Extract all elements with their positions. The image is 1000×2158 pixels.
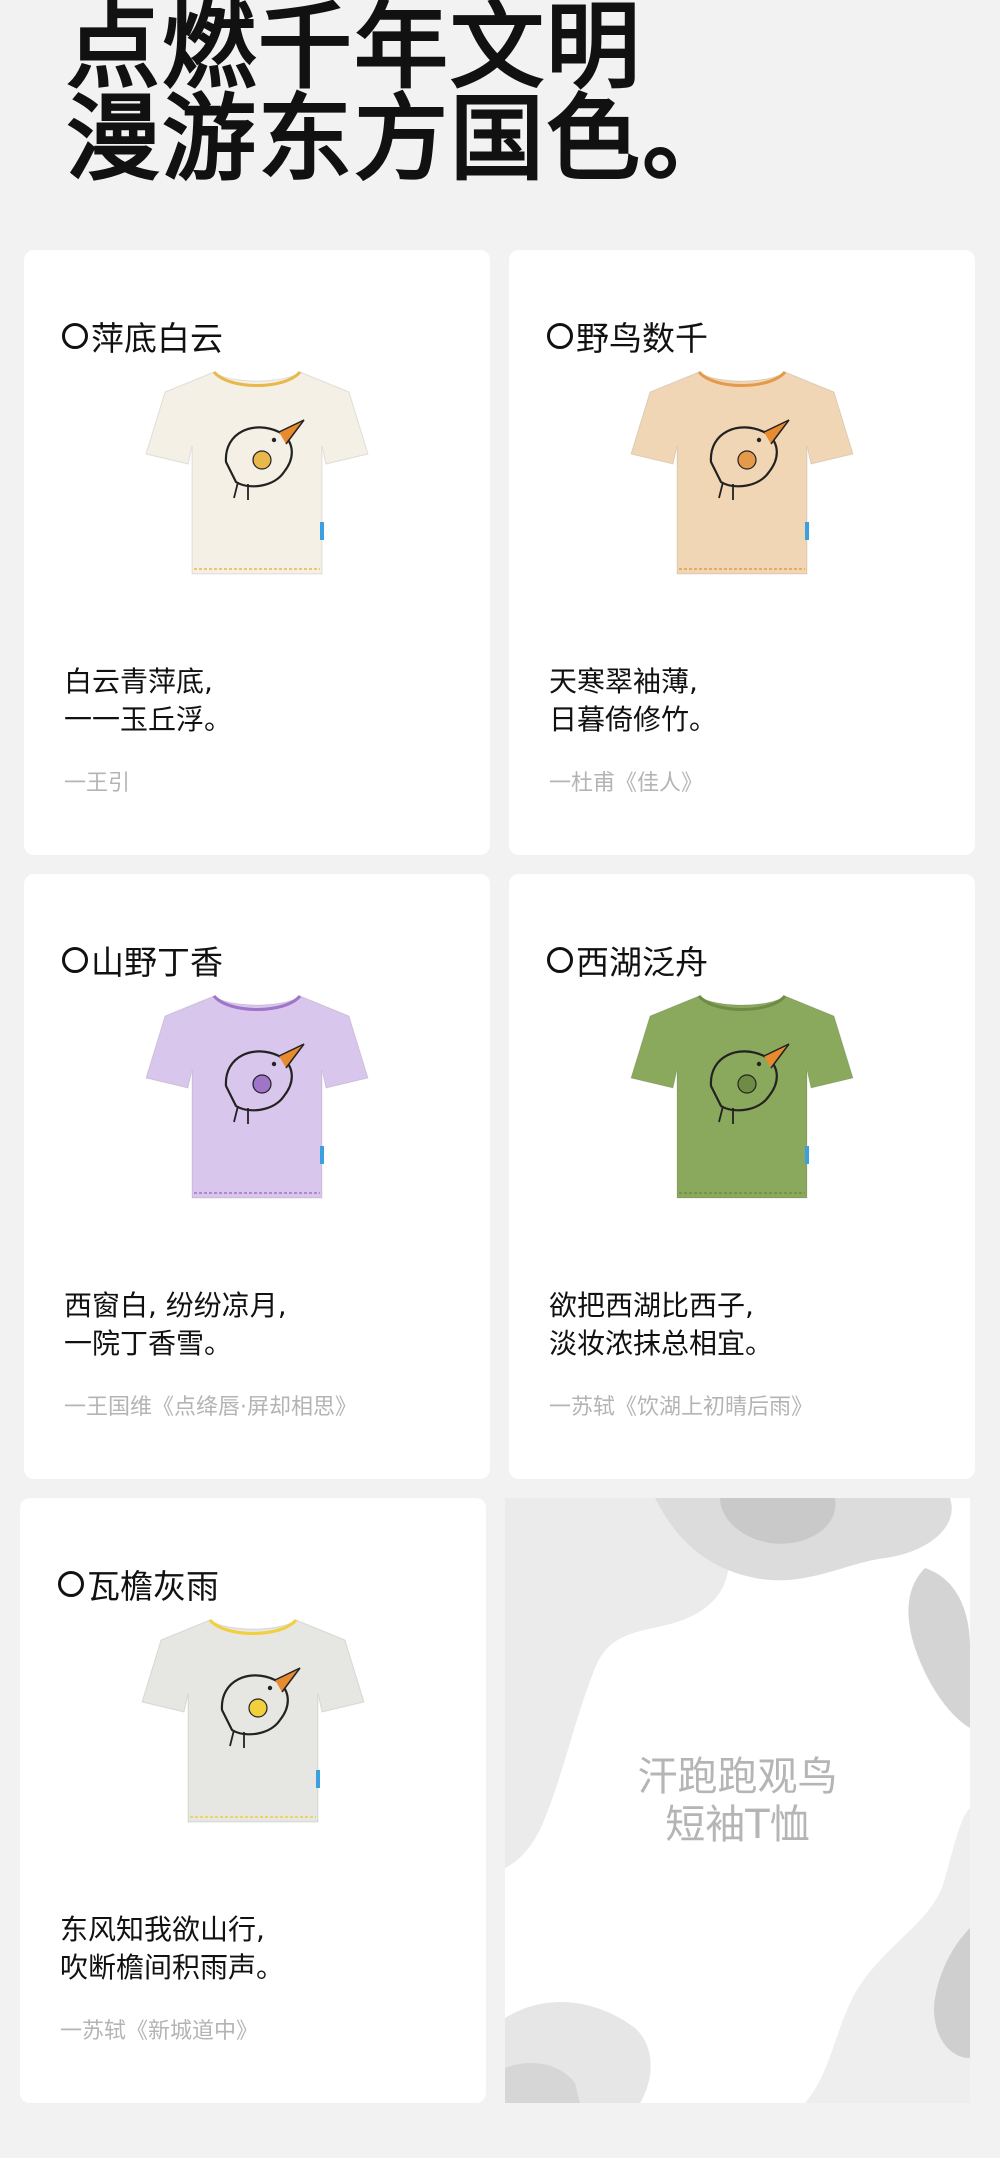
tshirt-body <box>630 371 854 575</box>
product-card-1[interactable]: 萍底白云 白云青萍底, 一一玉丘浮。 一王引 <box>24 250 490 855</box>
card-poem: 天寒翠袖薄, 日暮倚修竹。 <box>549 663 717 739</box>
hero-title-line2: 漫游东方国色。 <box>66 85 739 194</box>
product-card-3[interactable]: 山野丁香 西窗白, 纷纷凉月, 一院丁香雪。 一王国维《点绛唇·屏却相思》 <box>24 874 490 1479</box>
card-title: 萍底白云 <box>91 319 223 358</box>
circle-icon <box>58 1571 84 1597</box>
tshirt-image[interactable] <box>629 986 855 1206</box>
card-poem: 白云青萍底, 一一玉丘浮。 <box>64 663 232 739</box>
poem-credit: 一杜甫《佳人》 <box>549 771 704 796</box>
tshirt-image[interactable] <box>144 362 370 582</box>
card-poem: 西窗白, 纷纷凉月, 一院丁香雪。 <box>64 1287 287 1363</box>
tshirt-image[interactable] <box>140 1610 366 1830</box>
poem-line-1: 东风知我欲山行, <box>60 1913 265 1946</box>
poem-line-1: 白云青萍底, <box>64 665 213 698</box>
tshirt-tag <box>316 1770 320 1788</box>
product-card-5[interactable]: 瓦檐灰雨 东风知我欲山行, 吹断檐间积雨声。 一苏轼《新城道中》 <box>20 1498 486 2103</box>
promo-tile[interactable]: 汗跑跑观鸟 短袖T恤 <box>505 1498 970 2103</box>
circle-icon <box>547 947 573 973</box>
poem-credit: 一王国维《点绛唇·屏却相思》 <box>64 1395 357 1420</box>
hero-heading: 点燃千年文明 漫游东方国色。 <box>66 0 739 194</box>
card-title: 西湖泛舟 <box>576 943 708 982</box>
tshirt-tag <box>805 522 809 540</box>
card-poem: 欲把西湖比西子, 淡妆浓抹总相宜。 <box>549 1287 773 1363</box>
product-card-4[interactable]: 西湖泛舟 欲把西湖比西子, 淡妆浓抹总相宜。 一苏轼《饮湖上初晴后雨》 <box>509 874 975 1479</box>
poem-line-2: 一一玉丘浮。 <box>64 703 233 736</box>
tshirt-tag <box>320 522 324 540</box>
circle-icon <box>62 323 88 349</box>
tshirt-body <box>145 995 369 1199</box>
card-title: 野鸟数千 <box>576 319 708 358</box>
tshirt-image[interactable] <box>144 986 370 1206</box>
poem-line-2: 淡妆浓抹总相宜。 <box>549 1327 774 1360</box>
promo-line-2: 短袖T恤 <box>665 1802 810 1848</box>
poem-line-2: 日暮倚修竹。 <box>549 703 718 736</box>
promo-text: 汗跑跑观鸟 短袖T恤 <box>505 1753 970 1849</box>
circle-icon <box>62 947 88 973</box>
product-card-2[interactable]: 野鸟数千 天寒翠袖薄, 日暮倚修竹。 一杜甫《佳人》 <box>509 250 975 855</box>
tshirt-body <box>141 1619 365 1823</box>
poem-credit: 一苏轼《饮湖上初晴后雨》 <box>549 1395 814 1420</box>
poem-line-1: 欲把西湖比西子, <box>549 1289 754 1322</box>
circle-icon <box>547 323 573 349</box>
tshirt-body <box>630 995 854 1199</box>
promo-line-1: 汗跑跑观鸟 <box>637 1754 838 1800</box>
poem-line-1: 天寒翠袖薄, <box>549 665 698 698</box>
poem-credit: 一苏轼《新城道中》 <box>60 2019 259 2044</box>
poem-credit: 一王引 <box>64 771 131 796</box>
card-poem: 东风知我欲山行, 吹断檐间积雨声。 <box>60 1911 284 1987</box>
poem-line-1: 西窗白, 纷纷凉月, <box>64 1289 287 1322</box>
tshirt-tag <box>805 1146 809 1164</box>
poem-line-2: 吹断檐间积雨声。 <box>60 1951 285 1984</box>
card-title: 瓦檐灰雨 <box>87 1567 219 1606</box>
tshirt-tag <box>320 1146 324 1164</box>
tshirt-body <box>145 371 369 575</box>
tshirt-image[interactable] <box>629 362 855 582</box>
hero-title-line1: 点燃千年文明 <box>66 0 643 102</box>
card-title: 山野丁香 <box>91 943 223 982</box>
poem-line-2: 一院丁香雪。 <box>64 1327 233 1360</box>
